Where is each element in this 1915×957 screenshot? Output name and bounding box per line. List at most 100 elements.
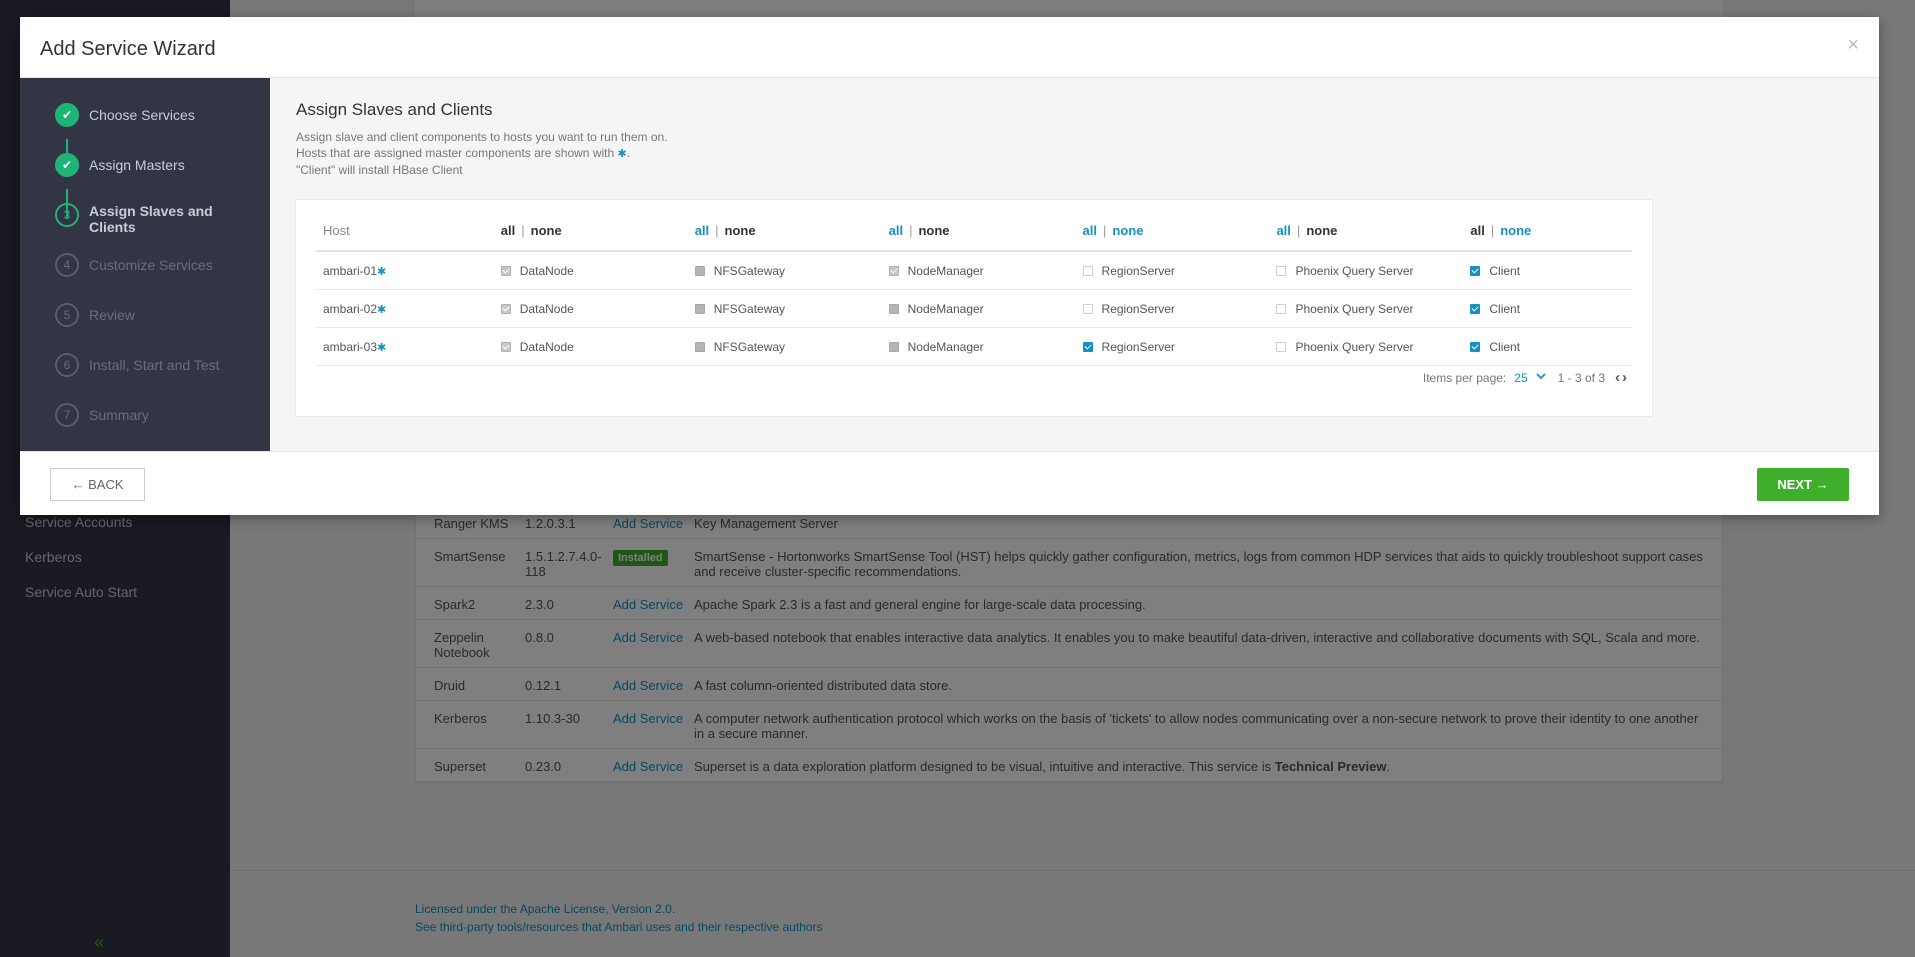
component-checkbox[interactable]: [1276, 341, 1287, 352]
prev-page-icon[interactable]: ‹: [1615, 369, 1620, 386]
component-checkbox[interactable]: [1276, 265, 1287, 276]
select-none-link[interactable]: none: [918, 223, 949, 238]
component-cell: Phoenix Query Server: [1276, 340, 1470, 354]
selector-separator: |: [715, 222, 719, 238]
component-checkbox[interactable]: [1082, 265, 1093, 276]
select-all-link[interactable]: all: [695, 223, 709, 238]
column-selector-4: all | none: [1083, 223, 1277, 238]
master-star-icon: ✱: [377, 265, 387, 278]
column-selector-2: all | none: [695, 223, 889, 238]
items-per-page-label: Items per page:: [1422, 370, 1507, 385]
component-checkbox: [694, 265, 705, 276]
component-cell: NodeManager: [888, 301, 1083, 316]
component-label: Phoenix Query Server: [1295, 301, 1414, 316]
selector-separator: |: [521, 222, 525, 238]
step-number: 6: [55, 353, 79, 377]
wizard-step-1[interactable]: ✔ Choose Services: [20, 103, 270, 153]
select-all-link[interactable]: all: [889, 223, 903, 238]
component-checkbox[interactable]: [1082, 341, 1093, 352]
component-cell: Phoenix Query Server: [1276, 302, 1470, 316]
next-button[interactable]: NEXT →: [1757, 468, 1849, 501]
component-checkbox[interactable]: [1470, 303, 1481, 314]
host-name: ambari-03: [323, 339, 378, 354]
component-label: RegionServer: [1101, 301, 1175, 316]
component-checkbox[interactable]: [1470, 265, 1481, 276]
next-page-icon[interactable]: ›: [1622, 369, 1627, 386]
column-selector-5: all | none: [1276, 223, 1470, 238]
add-service-wizard-modal: Add Service Wizard × ✔ Choose Services ✔ As…: [20, 17, 1879, 515]
wizard-steps-nav: ✔ Choose Services ✔ Assign Masters 3 Assign S…: [20, 78, 270, 451]
select-all-link[interactable]: all: [501, 223, 515, 238]
component-cell: Client: [1470, 264, 1632, 278]
host-name: ambari-01: [323, 263, 378, 278]
host-row: ambari-02✱ DataNode NFSGateway NodeManager R…: [316, 290, 1632, 328]
modal-footer: ← BACK NEXT →: [20, 451, 1879, 515]
step-number: 4: [55, 253, 79, 277]
wizard-content: Assign Slaves and Clients Assign slave a…: [270, 78, 1879, 451]
items-per-page-value: 25: [1514, 370, 1528, 385]
selector-separator: |: [909, 222, 913, 238]
component-label: NodeManager: [907, 301, 984, 316]
select-none-link[interactable]: none: [1306, 223, 1337, 238]
component-cell: Client: [1470, 340, 1632, 354]
component-label: DataNode: [519, 301, 574, 316]
component-cell: RegionServer: [1082, 301, 1277, 316]
component-cell: NodeManager: [888, 339, 1083, 354]
step-title: Assign Slaves and Clients: [296, 100, 493, 119]
component-checkbox[interactable]: [1470, 341, 1481, 352]
component-label: NodeManager: [907, 339, 984, 354]
select-none-link[interactable]: none: [725, 223, 756, 238]
step-label: Choose Services: [89, 107, 195, 123]
component-label: DataNode: [519, 263, 574, 278]
step-label: Summary: [89, 407, 149, 423]
component-checkbox: [694, 303, 705, 314]
component-label: NFSGateway: [713, 263, 786, 278]
wizard-step-4: 4 Customize Services: [20, 253, 270, 303]
component-checkbox: [888, 341, 899, 352]
items-per-page-select[interactable]: 25: [1514, 370, 1546, 385]
step-label: Review: [89, 307, 135, 323]
component-cell: DataNode: [500, 263, 695, 278]
wizard-step-6: 6 Install, Start and Test: [20, 353, 270, 403]
step-label: Customize Services: [89, 257, 213, 273]
selector-separator: |: [1490, 222, 1495, 238]
wizard-step-2[interactable]: ✔ Assign Masters: [20, 153, 270, 203]
close-icon[interactable]: ×: [1847, 34, 1859, 57]
select-all-link[interactable]: all: [1470, 223, 1484, 238]
grid-header: Host all | none all | none all | none all | none all…: [316, 210, 1632, 252]
master-star-icon: ✱: [377, 341, 387, 354]
component-label: Client: [1489, 339, 1521, 354]
step-number: 3: [55, 203, 79, 227]
component-checkbox: [888, 303, 899, 314]
description-line-2-end: .: [626, 146, 631, 160]
component-checkbox[interactable]: [1082, 303, 1093, 314]
grid-body: ambari-01✱ DataNode NFSGateway NodeManager R…: [316, 252, 1632, 366]
component-label: NFSGateway: [713, 301, 786, 316]
check-icon: ✔: [55, 153, 79, 177]
component-label: RegionServer: [1101, 263, 1175, 278]
component-cell: NFSGateway: [694, 339, 889, 354]
select-none-link[interactable]: none: [1500, 223, 1531, 238]
component-cell: RegionServer: [1082, 340, 1277, 354]
check-icon: ✔: [55, 103, 79, 127]
wizard-step-3[interactable]: 3 Assign Slaves and Clients: [20, 203, 270, 253]
back-button[interactable]: ← BACK: [50, 468, 145, 501]
component-cell: RegionServer: [1082, 263, 1277, 278]
component-label: DataNode: [519, 339, 574, 354]
modal-header: Add Service Wizard ×: [20, 17, 1879, 78]
select-none-link[interactable]: none: [1112, 223, 1143, 238]
component-label: Client: [1489, 263, 1521, 278]
select-all-link[interactable]: all: [1083, 223, 1097, 238]
chevron-down-icon: [1535, 372, 1546, 383]
modal-title: Add Service Wizard: [40, 38, 216, 60]
modal-body: ✔ Choose Services ✔ Assign Masters 3 Assign S…: [20, 78, 1879, 451]
component-checkbox: [500, 303, 511, 314]
selector-separator: |: [1103, 222, 1107, 238]
step-label: Assign Masters: [89, 157, 185, 173]
select-all-link[interactable]: all: [1276, 223, 1290, 238]
component-cell: Phoenix Query Server: [1276, 264, 1470, 278]
component-label: NFSGateway: [713, 339, 786, 354]
select-none-link[interactable]: none: [531, 223, 562, 238]
step-description: Assign slave and client components to ho…: [296, 129, 1853, 178]
component-checkbox[interactable]: [1276, 303, 1287, 314]
